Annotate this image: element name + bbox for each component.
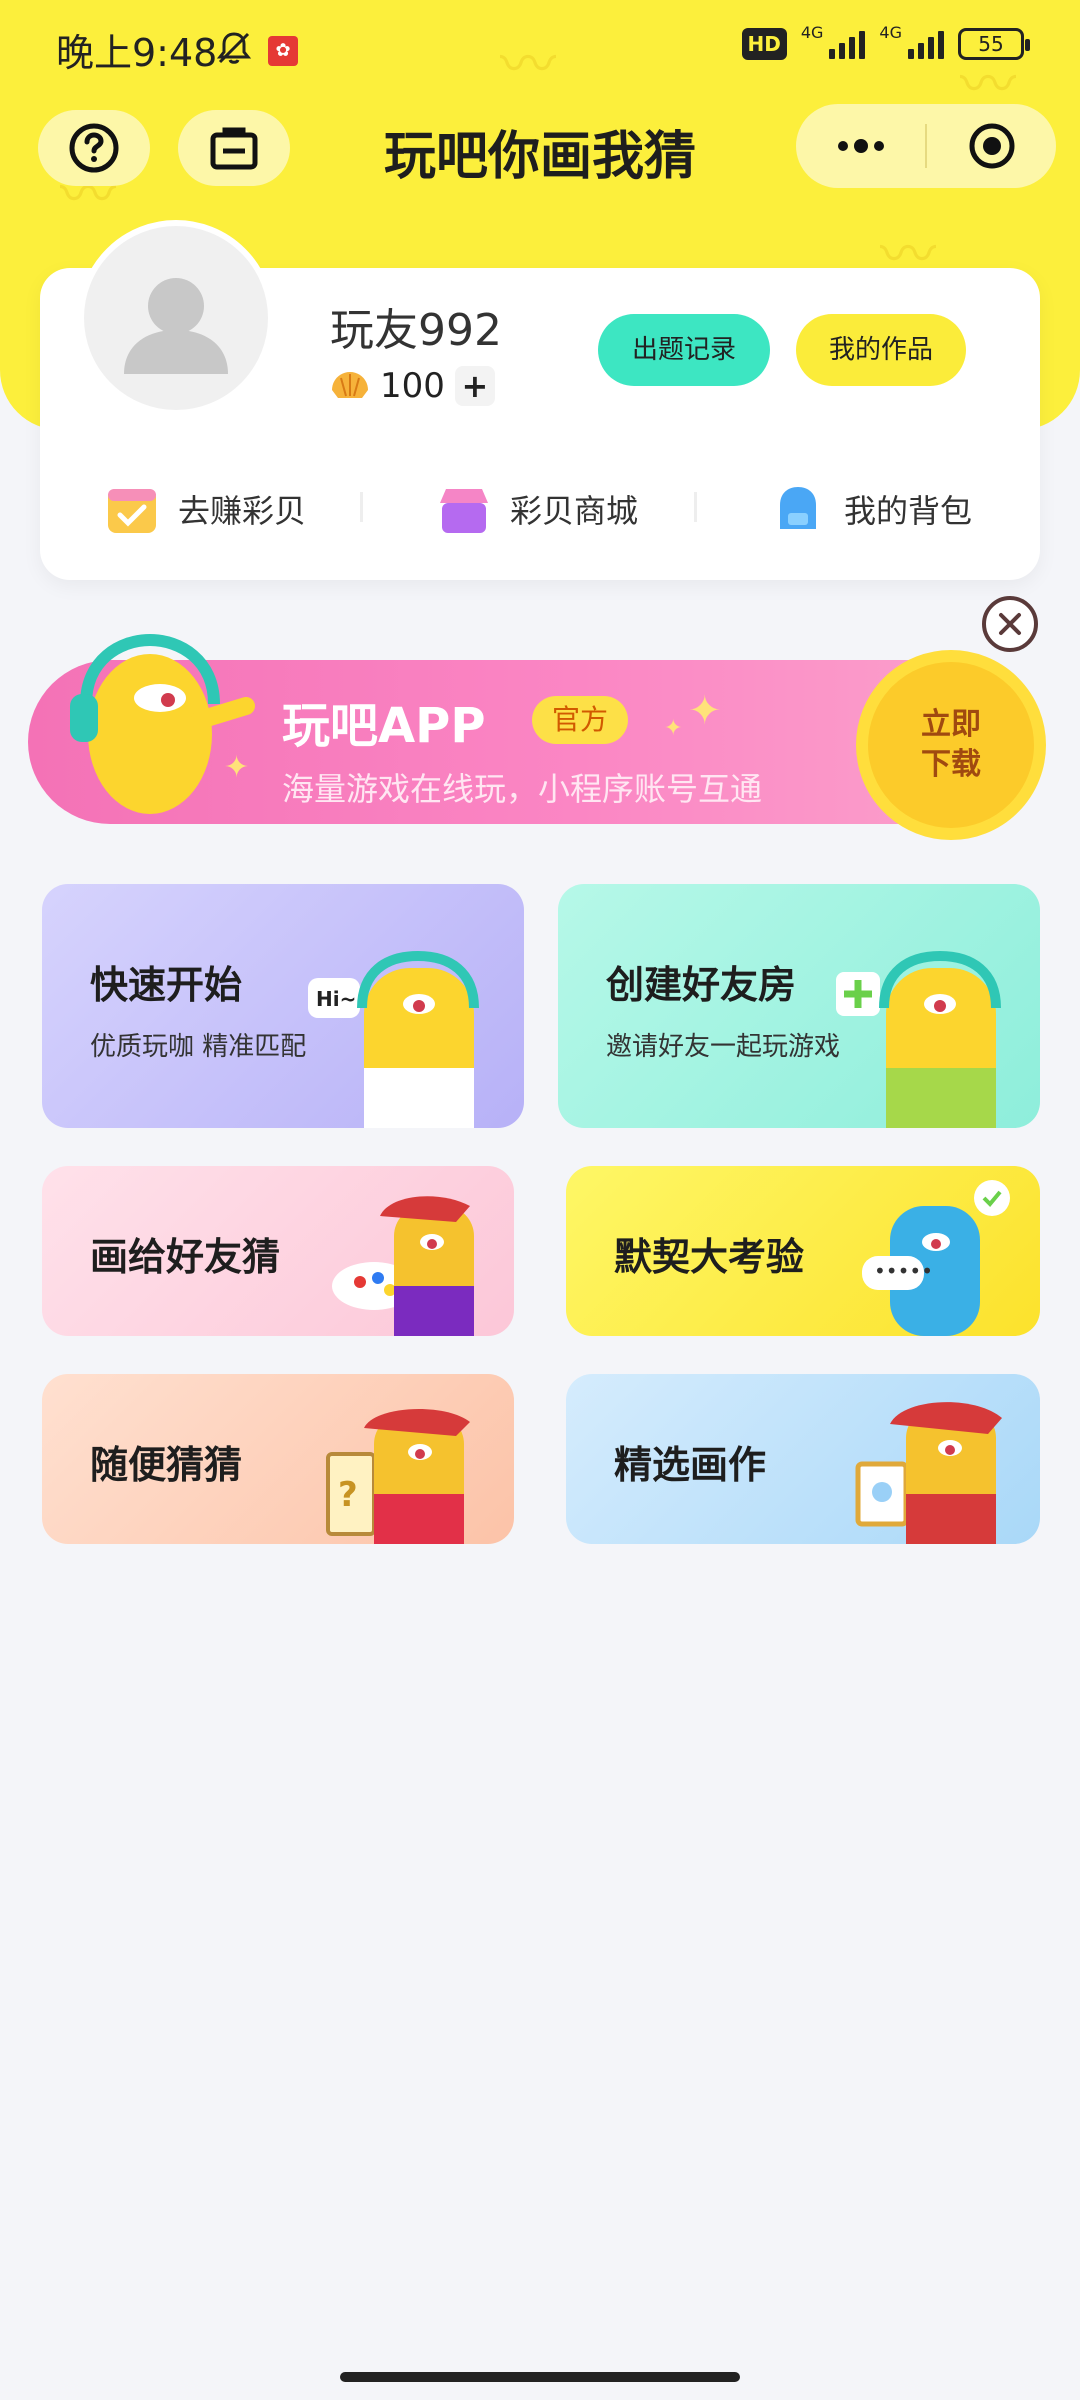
battery-icon: 55 xyxy=(958,28,1030,60)
app-notification-icon: ✿ xyxy=(268,36,298,66)
close-icon xyxy=(999,613,1021,635)
card-title: 精选画作 xyxy=(614,1443,767,1487)
card-title: 随便猜猜 xyxy=(90,1443,243,1487)
status-time: 晚上9:48 xyxy=(56,31,218,75)
sparkle-icon: ✦ xyxy=(688,688,722,734)
calendar-check-icon xyxy=(108,489,156,533)
random-guess-card[interactable]: 随便猜猜 ? xyxy=(42,1374,514,1544)
official-badge: 官方 xyxy=(532,696,629,744)
quick-link-label: 我的背包 xyxy=(844,492,973,530)
shell-coin-icon xyxy=(332,372,368,398)
help-icon xyxy=(69,123,119,173)
banner-title: 玩吧APP xyxy=(282,698,486,754)
create-room-card[interactable]: 创建好友房 邀请好友一起玩游戏 xyxy=(558,884,1040,1128)
status-bar: 晚上9:48 ✿ HD 4G 4G 55 xyxy=(0,0,1080,100)
avatar[interactable] xyxy=(78,220,274,416)
shop-icon xyxy=(440,489,488,533)
target-icon xyxy=(969,123,1014,169)
signal-icon xyxy=(829,29,866,59)
selected-art-card[interactable]: 精选画作 xyxy=(566,1374,1040,1544)
question-record-button[interactable]: 出题记录 xyxy=(598,314,770,386)
banner-subtitle: 海量游戏在线玩，小程序账号互通 xyxy=(282,770,763,808)
miniprogram-capsule xyxy=(796,104,1056,188)
card-subtitle: 邀请好友一起玩游戏 xyxy=(606,1032,841,1062)
tacit-test-card[interactable]: 默契大考验 ••••• xyxy=(566,1166,1040,1336)
home-indicator[interactable] xyxy=(340,2372,740,2382)
quick-link-backpack[interactable]: 我的背包 xyxy=(770,474,972,544)
svg-text:•••••: ••••• xyxy=(874,1259,933,1283)
quick-link-shop[interactable]: 彩贝商城 xyxy=(436,474,638,544)
divider xyxy=(694,492,697,522)
mascot-plus-illustration xyxy=(836,950,1001,1128)
my-works-button[interactable]: 我的作品 xyxy=(796,314,966,386)
page-title: 玩吧你画我猜 xyxy=(383,127,696,187)
backpack-icon xyxy=(780,487,816,529)
more-button[interactable] xyxy=(796,136,925,156)
card-subtitle: 优质玩咖 精准匹配 xyxy=(90,1032,307,1062)
clipboard-icon xyxy=(210,127,258,170)
close-miniprogram-button[interactable] xyxy=(927,121,1056,171)
bell-muted-icon xyxy=(216,32,252,64)
download-app-button[interactable]: 立即 下载 xyxy=(856,650,1046,840)
close-banner-button[interactable] xyxy=(982,596,1038,652)
network-label: 4G xyxy=(879,22,902,42)
art-frame-mascot-illustration xyxy=(855,1402,1002,1544)
coin-balance: 100 + xyxy=(330,366,495,406)
quick-start-card[interactable]: 快速开始 优质玩咖 精准匹配 Hi~ xyxy=(42,884,524,1128)
signal-icon xyxy=(908,29,944,59)
svg-text:Hi~: Hi~ xyxy=(316,987,356,1011)
add-coins-button[interactable]: + xyxy=(454,366,495,406)
hd-indicator: HD xyxy=(741,28,787,60)
card-title: 创建好友房 xyxy=(606,963,797,1007)
mascot-hi-illustration: Hi~ xyxy=(308,950,479,1128)
card-title: 画给好友猜 xyxy=(90,1235,281,1279)
card-title: 快速开始 xyxy=(90,963,243,1007)
divider xyxy=(360,492,363,522)
download-label: 下载 xyxy=(921,747,981,782)
headset-mascot-illustration: ••••• xyxy=(862,1180,1010,1336)
network-label: 4G xyxy=(800,22,824,42)
quick-link-label: 去赚彩贝 xyxy=(178,492,307,530)
default-avatar-icon xyxy=(124,278,228,374)
username: 玩友992 xyxy=(330,305,502,356)
sparkle-icon: ✦ xyxy=(664,716,683,741)
painter-mascot-illustration xyxy=(332,1196,474,1336)
mascot-illustration xyxy=(70,633,255,814)
help-button[interactable] xyxy=(38,110,150,186)
svg-text:?: ? xyxy=(338,1475,358,1515)
card-title: 默契大考验 xyxy=(614,1235,805,1279)
draw-for-friends-card[interactable]: 画给好友猜 xyxy=(42,1166,514,1336)
more-dots-icon xyxy=(837,139,884,153)
quick-link-label: 彩贝商城 xyxy=(510,492,639,530)
coin-amount: 100 xyxy=(380,366,445,406)
download-label: 立即 xyxy=(921,707,981,742)
quick-link-earn[interactable]: 去赚彩贝 xyxy=(104,474,306,544)
question-board-mascot-illustration: ? xyxy=(326,1409,470,1544)
